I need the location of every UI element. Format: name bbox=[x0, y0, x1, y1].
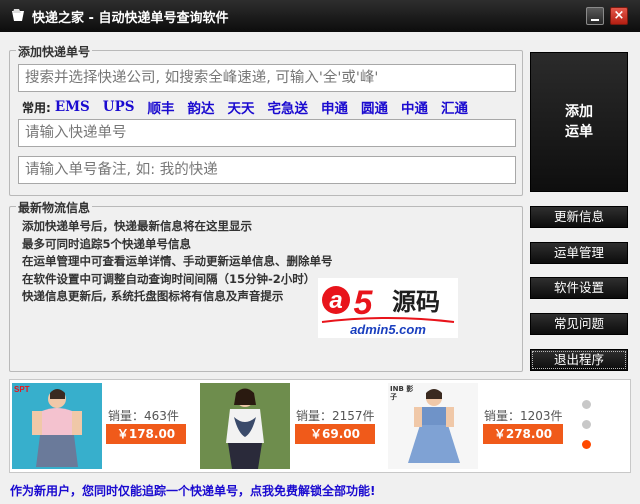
company-link-zhaijisong[interactable]: 宅急送 bbox=[267, 97, 308, 117]
company-link-shunfeng[interactable]: 顺丰 bbox=[147, 97, 174, 117]
company-link-huitong[interactable]: 汇通 bbox=[441, 97, 468, 117]
product-sales: 销量：463件 bbox=[108, 409, 179, 423]
admin5-watermark-logo: a 5 源码 admin5.com bbox=[318, 278, 458, 338]
company-link-ups[interactable]: UPS bbox=[103, 99, 135, 115]
watermark-brand-a: a bbox=[329, 287, 342, 314]
company-link-zhongtong[interactable]: 中通 bbox=[401, 97, 428, 117]
info-line: 添加快递单号后，快递最新信息将在这里显示 bbox=[22, 219, 252, 233]
info-line: 在运单管理中可查看运单详情、手动更新运单信息、删除单号 bbox=[22, 254, 333, 268]
info-text: 添加快递单号后，快递最新信息将在这里显示 最多可同时追踪5个快递单号信息 在运单… bbox=[22, 218, 333, 306]
software-settings-button[interactable]: 软件设置 bbox=[530, 277, 628, 299]
company-link-yunda[interactable]: 韵达 bbox=[187, 97, 214, 117]
latest-info-group-title: 最新物流信息 bbox=[16, 199, 93, 216]
common-label: 常用: bbox=[22, 100, 51, 115]
window-title: 快递之家 - 自动快递单号查询软件 bbox=[32, 11, 229, 26]
company-search-input[interactable]: 搜索并选择快递公司, 如搜索全峰速递, 可输入'全'或'峰' bbox=[18, 64, 516, 92]
unlock-promo-link[interactable]: 作为新用户，您同时仅能追踪一个快递单号，点我免费解锁全部功能! bbox=[10, 482, 375, 499]
ad-product-image[interactable]: SPT bbox=[12, 383, 102, 469]
company-link-ems[interactable]: EMS bbox=[55, 99, 90, 115]
product-brand-label: SPT bbox=[14, 385, 30, 394]
minimize-button[interactable] bbox=[586, 7, 604, 25]
company-link-tiantian[interactable]: 天天 bbox=[227, 97, 254, 117]
carousel-dot-active[interactable] bbox=[582, 440, 591, 449]
add-order-button[interactable]: 添加 运单 bbox=[530, 52, 628, 192]
company-link-yuantong[interactable]: 圆通 bbox=[361, 97, 388, 117]
watermark-brand-5: 5 bbox=[354, 284, 374, 322]
app-logo-icon bbox=[12, 9, 24, 21]
info-line: 最多可同时追踪5个快递单号信息 bbox=[22, 236, 191, 251]
product-sales: 销量：1203件 bbox=[484, 409, 563, 423]
note-input[interactable]: 请输入单号备注, 如: 我的快递 bbox=[18, 156, 516, 184]
product-brand-label: INB 影子 bbox=[390, 385, 414, 401]
info-line: 在软件设置中可调整自动查询时间间隔（15分钟-2小时） bbox=[22, 271, 316, 286]
exit-program-button[interactable]: 退出程序 bbox=[530, 349, 628, 371]
product-price[interactable]: ￥178.00 bbox=[106, 424, 186, 444]
common-companies: 常用: EMS UPS 顺丰 韵达 天天 宅急送 申通 圆通 中通 汇通 bbox=[22, 97, 481, 117]
title-bar: 快递之家 - 自动快递单号查询软件 × bbox=[0, 0, 640, 32]
company-link-shentong[interactable]: 申通 bbox=[321, 97, 348, 117]
product-price[interactable]: ￥69.00 bbox=[295, 424, 375, 444]
add-order-label-1: 添加 bbox=[565, 104, 593, 120]
tracking-number-input[interactable]: 请输入快递单号 bbox=[18, 119, 516, 147]
ad-product-image[interactable]: INB 影子 bbox=[388, 383, 478, 469]
info-line: 快递信息更新后, 系统托盘图标将有信息及声音提示 bbox=[22, 289, 284, 303]
close-button[interactable]: × bbox=[610, 7, 628, 25]
update-info-button[interactable]: 更新信息 bbox=[530, 206, 628, 228]
dress-photo-icon bbox=[200, 383, 290, 469]
watermark-domain: admin5.com bbox=[350, 322, 426, 337]
carousel-dot[interactable] bbox=[582, 420, 591, 429]
order-management-button[interactable]: 运单管理 bbox=[530, 242, 628, 264]
add-order-label-2: 运单 bbox=[565, 124, 593, 140]
dress-photo-icon bbox=[12, 383, 102, 469]
add-tracking-group-title: 添加快递单号 bbox=[16, 43, 93, 60]
carousel-dot[interactable] bbox=[582, 400, 591, 409]
ad-product-image[interactable] bbox=[200, 383, 290, 469]
faq-button[interactable]: 常见问题 bbox=[530, 313, 628, 335]
watermark-brand-cn: 源码 bbox=[392, 288, 440, 316]
product-price[interactable]: ￥278.00 bbox=[483, 424, 563, 444]
product-sales: 销量：2157件 bbox=[296, 409, 375, 423]
